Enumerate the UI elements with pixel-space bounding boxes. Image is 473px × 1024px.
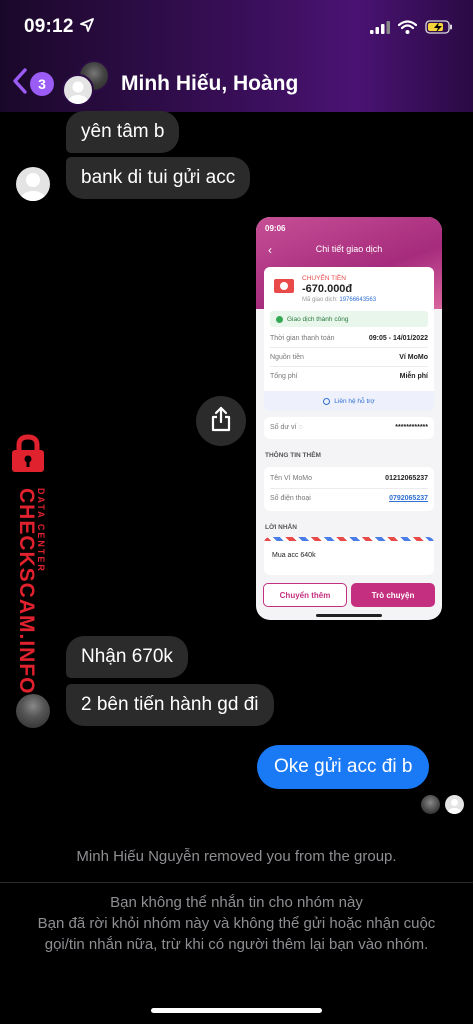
amount: -670.000đ bbox=[302, 283, 353, 295]
group-avatar[interactable] bbox=[62, 60, 114, 108]
message-bubble[interactable]: yên tâm b bbox=[66, 111, 180, 153]
blocked-title: Bạn không thể nhắn tin cho nhóm này bbox=[110, 894, 363, 911]
avatar[interactable] bbox=[16, 167, 50, 201]
wifi-icon bbox=[397, 20, 418, 39]
status-banner: Giao dịch thành công bbox=[270, 311, 428, 327]
chat-button: Trò chuyện bbox=[351, 583, 435, 607]
money-icon bbox=[274, 279, 294, 293]
shared-image[interactable]: 09:06 ‹ Chi tiết giao dịch CHUYỂN TIỀN -… bbox=[256, 217, 442, 620]
avatar bbox=[62, 74, 94, 106]
transaction-card: CHUYỂN TIỀN -670.000đ Mã giao dịch: 1976… bbox=[264, 267, 434, 411]
more-info-heading: THÔNG TIN THÊM bbox=[265, 452, 321, 459]
watermark-subtext: DATA CENTER bbox=[36, 488, 46, 573]
status-time: 09:12 bbox=[24, 16, 74, 37]
back-button[interactable]: 3 bbox=[12, 68, 54, 99]
share-button[interactable] bbox=[196, 396, 246, 446]
tx-code-label: Mã giao dịch: bbox=[302, 297, 338, 303]
cellular-signal-icon bbox=[370, 20, 390, 39]
tx-code: 19766643563 bbox=[339, 297, 377, 303]
row-value: Ví MoMo bbox=[399, 354, 428, 361]
message-bubble[interactable]: bank di tui gửi acc bbox=[66, 157, 251, 199]
location-arrow-icon bbox=[80, 18, 94, 37]
seen-avatar bbox=[421, 795, 440, 814]
chevron-left-icon bbox=[12, 68, 28, 99]
unread-badge: 3 bbox=[30, 71, 54, 96]
message-heading: LỜI NHẮN bbox=[265, 524, 297, 531]
message-bubble[interactable]: Nhận 670k bbox=[66, 636, 188, 678]
row-value: 01212065237 bbox=[385, 475, 428, 482]
status-text: Giao dịch thành công bbox=[287, 315, 349, 323]
row-value: Miễn phí bbox=[399, 373, 428, 380]
detail-row: Thời gian thanh toán 09:05 - 14/01/2022 bbox=[270, 335, 428, 342]
balance-label: Số dư ví ◌ bbox=[270, 424, 303, 431]
message-bubble[interactable]: 2 bên tiến hành gd đi bbox=[66, 684, 274, 726]
status-icons bbox=[370, 20, 453, 39]
watermark: CHECKSCAM.INFO DATA CENTER bbox=[2, 434, 54, 695]
balance-card: Số dư ví ◌ ************ bbox=[264, 417, 434, 439]
message-card: Mua acc 640k bbox=[264, 537, 434, 575]
row-label: Tổng phí bbox=[270, 373, 298, 380]
row-label: Thời gian thanh toán bbox=[270, 335, 335, 342]
more-info-card: Tên Ví MoMo 01212065237 Số điện thoại 07… bbox=[264, 467, 434, 511]
support-icon bbox=[323, 397, 331, 405]
row-value: 09:05 - 14/01/2022 bbox=[368, 335, 428, 342]
system-message: Minh Hiếu Nguyễn removed you from the gr… bbox=[76, 848, 397, 865]
image-status-time: 09:06 bbox=[265, 224, 286, 233]
avatar[interactable] bbox=[16, 694, 50, 728]
row-label: Số điện thoại bbox=[270, 495, 311, 502]
message-text: Mua acc 640k bbox=[272, 552, 316, 559]
home-indicator[interactable] bbox=[151, 1008, 322, 1013]
row-label: Tên Ví MoMo bbox=[270, 475, 313, 482]
check-icon bbox=[276, 315, 283, 323]
group-title[interactable]: Minh Hiếu, Hoàng bbox=[121, 72, 298, 96]
transfer-label: CHUYỂN TIỀN bbox=[302, 275, 346, 282]
row-label: Nguồn tiền bbox=[270, 354, 304, 361]
battery-charging-icon bbox=[425, 20, 453, 39]
support-link: Liên hệ hỗ trợ bbox=[264, 391, 434, 411]
blocked-description: Bạn đã rời khỏi nhóm này và không thể gử… bbox=[37, 915, 436, 953]
divider bbox=[0, 882, 473, 883]
watermark-text: CHECKSCAM.INFO bbox=[15, 488, 38, 695]
row-value: 0792065237 bbox=[389, 495, 428, 502]
support-link-label: Liên hệ hỗ trợ bbox=[334, 397, 375, 405]
balance-value: ************ bbox=[395, 424, 428, 431]
transfer-more-button: Chuyển thêm bbox=[263, 583, 347, 607]
seen-avatar bbox=[445, 795, 464, 814]
image-home-indicator bbox=[316, 614, 382, 617]
share-icon bbox=[210, 406, 232, 437]
detail-row: Tổng phí Miễn phí bbox=[270, 373, 428, 380]
message-bubble-sent[interactable]: Oke gửi acc đi b bbox=[257, 745, 430, 789]
detail-row: Nguồn tiền Ví MoMo bbox=[270, 354, 428, 361]
lock-icon bbox=[8, 434, 48, 479]
eye-off-icon: ◌ bbox=[298, 424, 303, 431]
image-title: Chi tiết giao dịch bbox=[315, 244, 383, 254]
